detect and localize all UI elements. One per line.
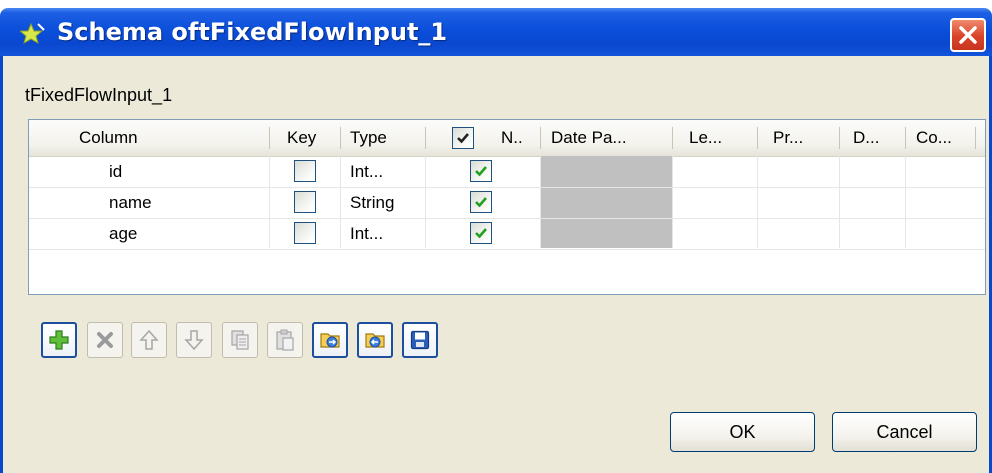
title-bar[interactable]: Schema oftFixedFlowInput_1 [0, 8, 992, 56]
cell-type[interactable]: Int... [350, 156, 383, 187]
header-nullable-checkbox[interactable] [452, 127, 474, 149]
table-row[interactable]: id Int... [29, 156, 985, 188]
checkmark-icon [475, 228, 487, 239]
checkmark-icon [475, 166, 487, 177]
export-button[interactable] [357, 322, 393, 358]
key-checkbox[interactable] [294, 191, 316, 213]
header-key[interactable]: Key [287, 120, 316, 156]
schema-dialog: Schema oftFixedFlowInput_1 tFixedFlowInp… [0, 8, 992, 473]
add-button[interactable] [41, 322, 77, 358]
copy-icon [231, 330, 249, 350]
nullable-checkbox[interactable] [470, 160, 492, 182]
header-precision[interactable]: Pr... [773, 120, 803, 156]
nullable-checkbox[interactable] [470, 222, 492, 244]
move-down-button[interactable] [176, 322, 212, 358]
x-icon [97, 332, 113, 348]
checkmark-icon [457, 133, 469, 144]
header-default[interactable]: D... [853, 120, 879, 156]
close-button[interactable] [950, 18, 986, 52]
copy-button[interactable] [222, 322, 258, 358]
table-row[interactable]: name String [29, 187, 985, 219]
header-length[interactable]: Le... [689, 120, 722, 156]
schema-star-icon [20, 22, 45, 44]
cell-type[interactable]: Int... [350, 218, 383, 249]
header-type[interactable]: Type [350, 120, 387, 156]
schema-table[interactable]: Column Key Type N.. Date Pa... Le... Pr.… [28, 119, 986, 295]
plus-icon [49, 330, 69, 350]
cell-column[interactable]: age [109, 218, 137, 249]
table-row[interactable]: age Int... [29, 218, 985, 250]
header-column[interactable]: Column [79, 120, 138, 156]
cell-type[interactable]: String [350, 187, 394, 218]
cancel-button[interactable]: Cancel [832, 412, 977, 452]
arrow-up-icon [139, 329, 159, 350]
nullable-checkbox[interactable] [470, 191, 492, 213]
checkmark-icon [475, 197, 487, 208]
import-button[interactable] [312, 322, 348, 358]
arrow-down-icon [184, 330, 204, 351]
import-icon [320, 333, 340, 348]
ok-button[interactable]: OK [670, 412, 815, 452]
header-comment[interactable]: Co... [916, 120, 952, 156]
key-checkbox[interactable] [294, 222, 316, 244]
save-button[interactable] [402, 322, 438, 358]
cell-column[interactable]: name [109, 187, 152, 218]
remove-button[interactable] [87, 322, 123, 358]
header-nullable[interactable]: N.. [501, 120, 523, 156]
window-title: Schema oftFixedFlowInput_1 [57, 18, 448, 46]
header-date-pattern[interactable]: Date Pa... [551, 120, 627, 156]
schema-name-label: tFixedFlowInput_1 [25, 85, 173, 105]
paste-button[interactable] [267, 322, 303, 358]
cell-column[interactable]: id [109, 156, 122, 187]
dialog-body: tFixedFlowInput_1 Column Key Type N.. Da… [0, 56, 992, 473]
key-checkbox[interactable] [294, 160, 316, 182]
table-header: Column Key Type N.. Date Pa... Le... Pr.… [29, 120, 985, 157]
move-up-button[interactable] [131, 322, 167, 358]
paste-icon [276, 329, 294, 351]
close-icon [959, 26, 977, 44]
export-icon [365, 333, 385, 348]
save-icon [410, 330, 430, 350]
